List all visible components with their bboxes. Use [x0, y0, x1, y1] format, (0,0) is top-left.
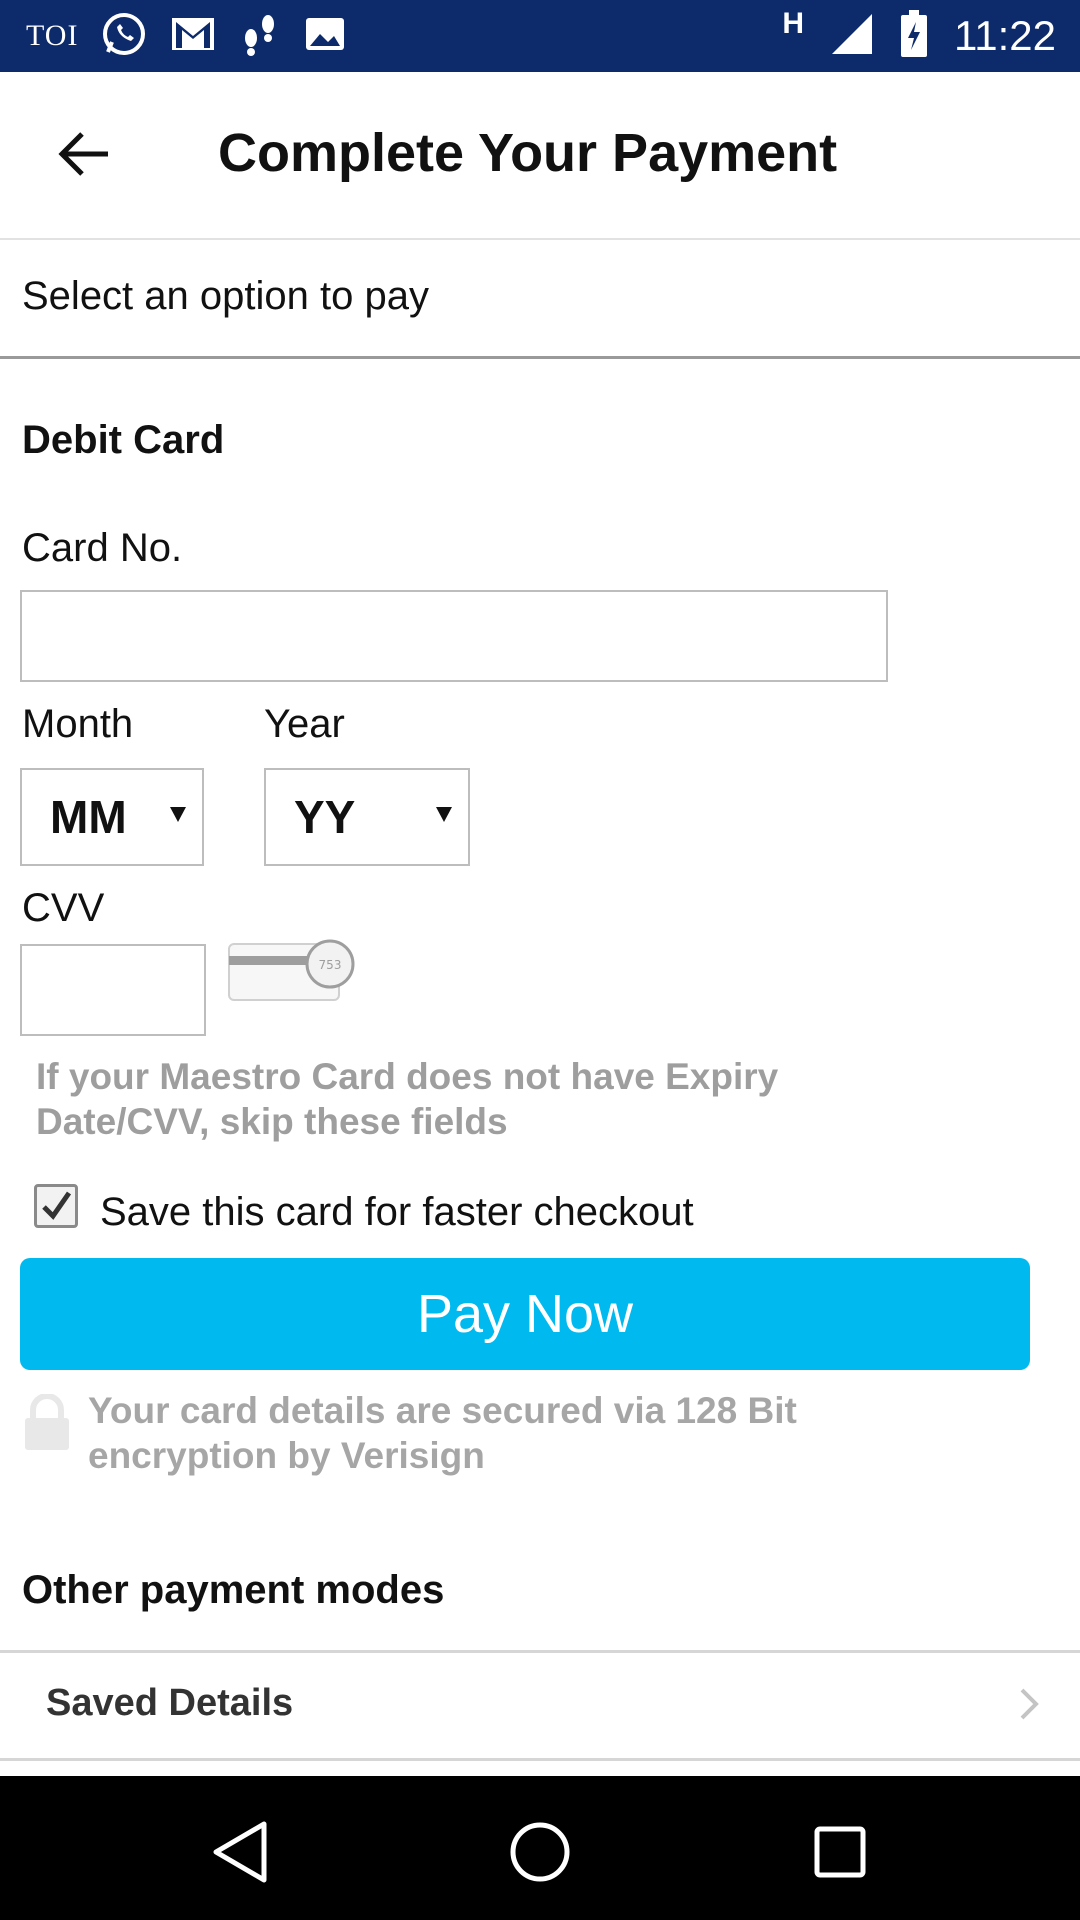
signal-icon: [830, 12, 874, 61]
card-no-label: Card No.: [22, 526, 183, 570]
navigation-bar: [0, 1776, 1080, 1920]
maestro-note: If your Maestro Card does not have Expir…: [36, 1056, 779, 1142]
arrow-left-icon: [58, 131, 112, 182]
notification-icons: TOI: [26, 0, 346, 72]
month-select[interactable]: MM: [20, 768, 204, 866]
home-circle-icon[interactable]: [500, 1812, 580, 1892]
cvv-hint-digits: 753: [319, 958, 342, 972]
gmail-icon: [170, 16, 216, 57]
save-card-label: Save this card for faster checkout: [100, 1190, 694, 1234]
dropdown-caret-icon: [168, 804, 188, 829]
divider: [0, 1758, 1080, 1761]
toi-app-label: TOI: [26, 19, 79, 52]
save-card-checkbox-row[interactable]: Save this card for faster checkout: [34, 1176, 694, 1235]
chevron-right-icon: [1018, 1686, 1040, 1727]
cvv-input[interactable]: [20, 944, 206, 1036]
cvv-label: CVV: [22, 886, 105, 930]
lock-icon: [24, 1393, 70, 1457]
year-label: Year: [264, 702, 345, 746]
pay-now-button[interactable]: Pay Now: [20, 1258, 1030, 1370]
clock: 11:22: [954, 12, 1056, 59]
year-select[interactable]: YY: [264, 768, 470, 866]
month-label: Month: [22, 702, 134, 746]
pay-now-label: Pay Now: [416, 1284, 634, 1344]
saved-details-label: Saved Details: [46, 1682, 294, 1724]
card-number-input[interactable]: [20, 590, 888, 682]
image-icon: [304, 14, 346, 59]
save-card-checkbox[interactable]: [34, 1183, 78, 1228]
year-select-value: YY: [294, 791, 356, 843]
battery-charging-icon: [900, 9, 928, 63]
divider: [0, 356, 1080, 359]
month-select-value: MM: [50, 791, 127, 843]
system-icons: H 11:22: [782, 0, 1056, 72]
saved-details-item[interactable]: Saved Details: [0, 1652, 1080, 1758]
debit-card-title: Debit Card: [22, 418, 225, 462]
cvv-hint-card-icon: 753: [226, 936, 360, 1011]
status-bar: TOI H 11:22: [0, 0, 1080, 72]
whatsapp-icon: [100, 10, 148, 63]
recents-square-icon[interactable]: [800, 1812, 880, 1892]
back-triangle-icon[interactable]: [200, 1812, 280, 1892]
page-title: Complete Your Payment: [218, 123, 838, 183]
select-option-text: Select an option to pay: [22, 274, 429, 318]
network-type-label: H: [782, 7, 804, 40]
other-payment-modes-title: Other payment modes: [22, 1568, 445, 1612]
dropdown-caret-icon: [434, 804, 454, 829]
back-button[interactable]: [40, 116, 130, 196]
security-note: Your card details are secured via 128 Bi…: [88, 1390, 797, 1476]
footsteps-icon: [238, 10, 282, 63]
app-bar: Complete Your Payment: [0, 72, 1080, 240]
